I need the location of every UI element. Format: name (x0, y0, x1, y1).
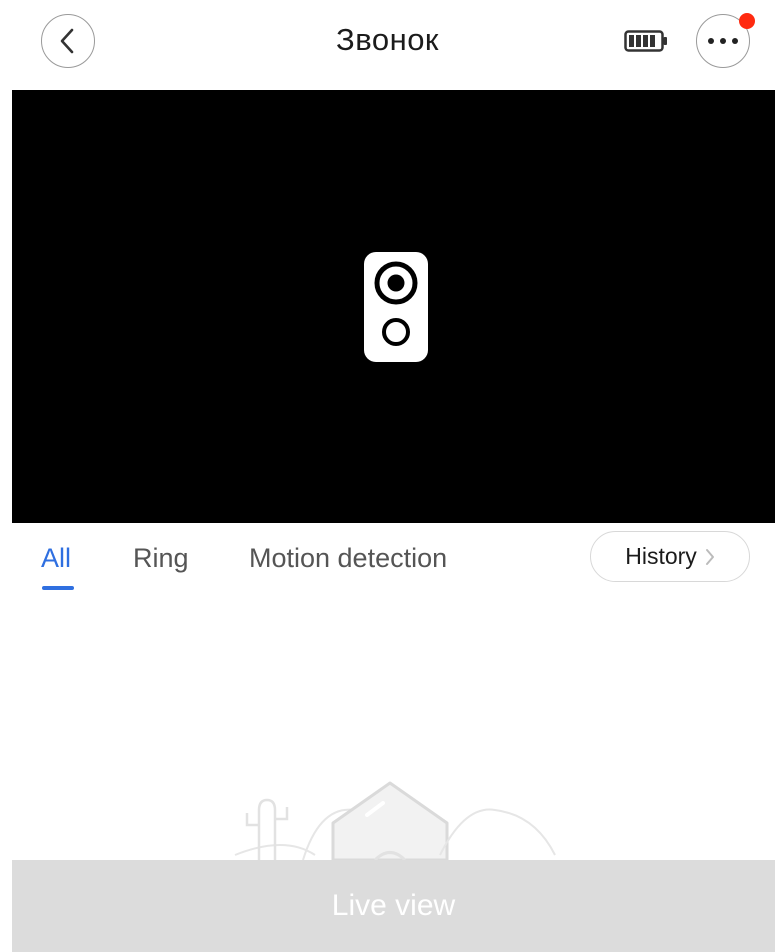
tab-ring[interactable]: Ring (133, 543, 189, 574)
history-label: History (625, 543, 697, 569)
active-tab-indicator (42, 586, 74, 590)
doorbell-icon (364, 252, 428, 362)
house-cactus-illustration (234, 781, 556, 862)
tab-motion-detection[interactable]: Motion detection (249, 543, 447, 574)
top-bar: Звонок (0, 0, 775, 88)
chevron-right-icon (705, 548, 714, 565)
battery-full-icon (624, 30, 668, 57)
notification-dot (739, 13, 755, 29)
history-button[interactable]: History (590, 531, 750, 582)
tab-all[interactable]: All (41, 543, 71, 574)
video-preview[interactable] (12, 90, 775, 523)
live-view-button[interactable]: Live view (12, 860, 775, 952)
ellipsis-icon (708, 38, 738, 44)
live-view-label: Live view (331, 889, 456, 922)
